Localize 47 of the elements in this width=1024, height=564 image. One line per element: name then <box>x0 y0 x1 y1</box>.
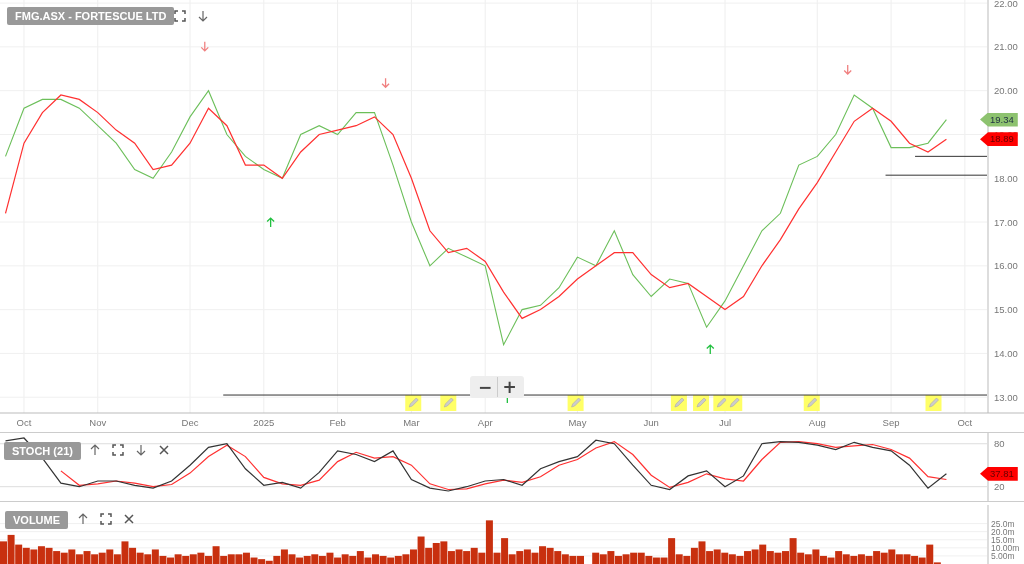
axis-label: 18.00 <box>994 172 1018 184</box>
axis-label: 14.00 <box>994 347 1018 359</box>
close-icon[interactable] <box>158 444 170 456</box>
axis-label: 20.00 <box>994 85 1018 97</box>
indicator-title: VOLUME <box>5 511 69 529</box>
zoom-out-button[interactable]: − <box>473 377 497 397</box>
fullscreen-icon[interactable] <box>100 513 112 525</box>
axis-label: Feb <box>329 417 346 428</box>
axis-label: Jun <box>643 417 659 428</box>
axis-label: 16.00 <box>994 260 1018 272</box>
axis-label: 80 <box>994 438 1005 450</box>
down-arrow-icon[interactable] <box>135 444 147 456</box>
axis-label: 22.00 <box>994 0 1018 9</box>
axis-label: Aug <box>808 417 826 428</box>
zoom-in-button[interactable]: + <box>497 377 521 397</box>
axis-label: Nov <box>89 417 107 428</box>
indicator-value-label: 37.81 <box>980 466 1018 481</box>
axis-label: 20 <box>994 481 1005 493</box>
down-arrow-icon <box>381 77 390 89</box>
axis-label: 15.00 <box>994 304 1018 316</box>
close-icon[interactable] <box>123 513 135 525</box>
axis-label: Dec <box>181 417 199 428</box>
fullscreen-icon[interactable] <box>174 10 186 22</box>
axis-label: 13.00 <box>994 391 1018 403</box>
axis-label: 17.00 <box>994 216 1018 228</box>
chart-title: FMG.ASX - FORTESCUE LTD <box>7 7 175 25</box>
axis-label: Mar <box>403 417 420 428</box>
axis-label: May <box>568 417 587 428</box>
down-arrow-icon <box>200 41 209 52</box>
axis-label: Oct <box>16 417 32 428</box>
axis-label: Jul <box>718 417 732 428</box>
price-label: 19.34 <box>980 112 1018 127</box>
axis-label: 15.0m <box>991 534 1015 545</box>
axis-label: Oct <box>957 417 973 428</box>
axis-label: 21.00 <box>994 41 1018 53</box>
down-arrow-icon <box>843 64 852 75</box>
axis-label: Apr <box>477 417 493 428</box>
axis-label: 5.00m <box>991 550 1015 561</box>
axis-label: 10.00m <box>991 542 1020 553</box>
down-arrow-icon[interactable] <box>197 10 209 22</box>
indicator-title: STOCH (21) <box>4 442 81 460</box>
axis-label: 25.0m <box>991 518 1015 529</box>
fullscreen-icon[interactable] <box>112 444 124 456</box>
axis-label: 20.0m <box>991 526 1015 537</box>
trend-lines-drawing[interactable] <box>222 155 988 396</box>
axis-label: 2025 <box>253 417 275 428</box>
axis-label: Sep <box>882 417 900 428</box>
